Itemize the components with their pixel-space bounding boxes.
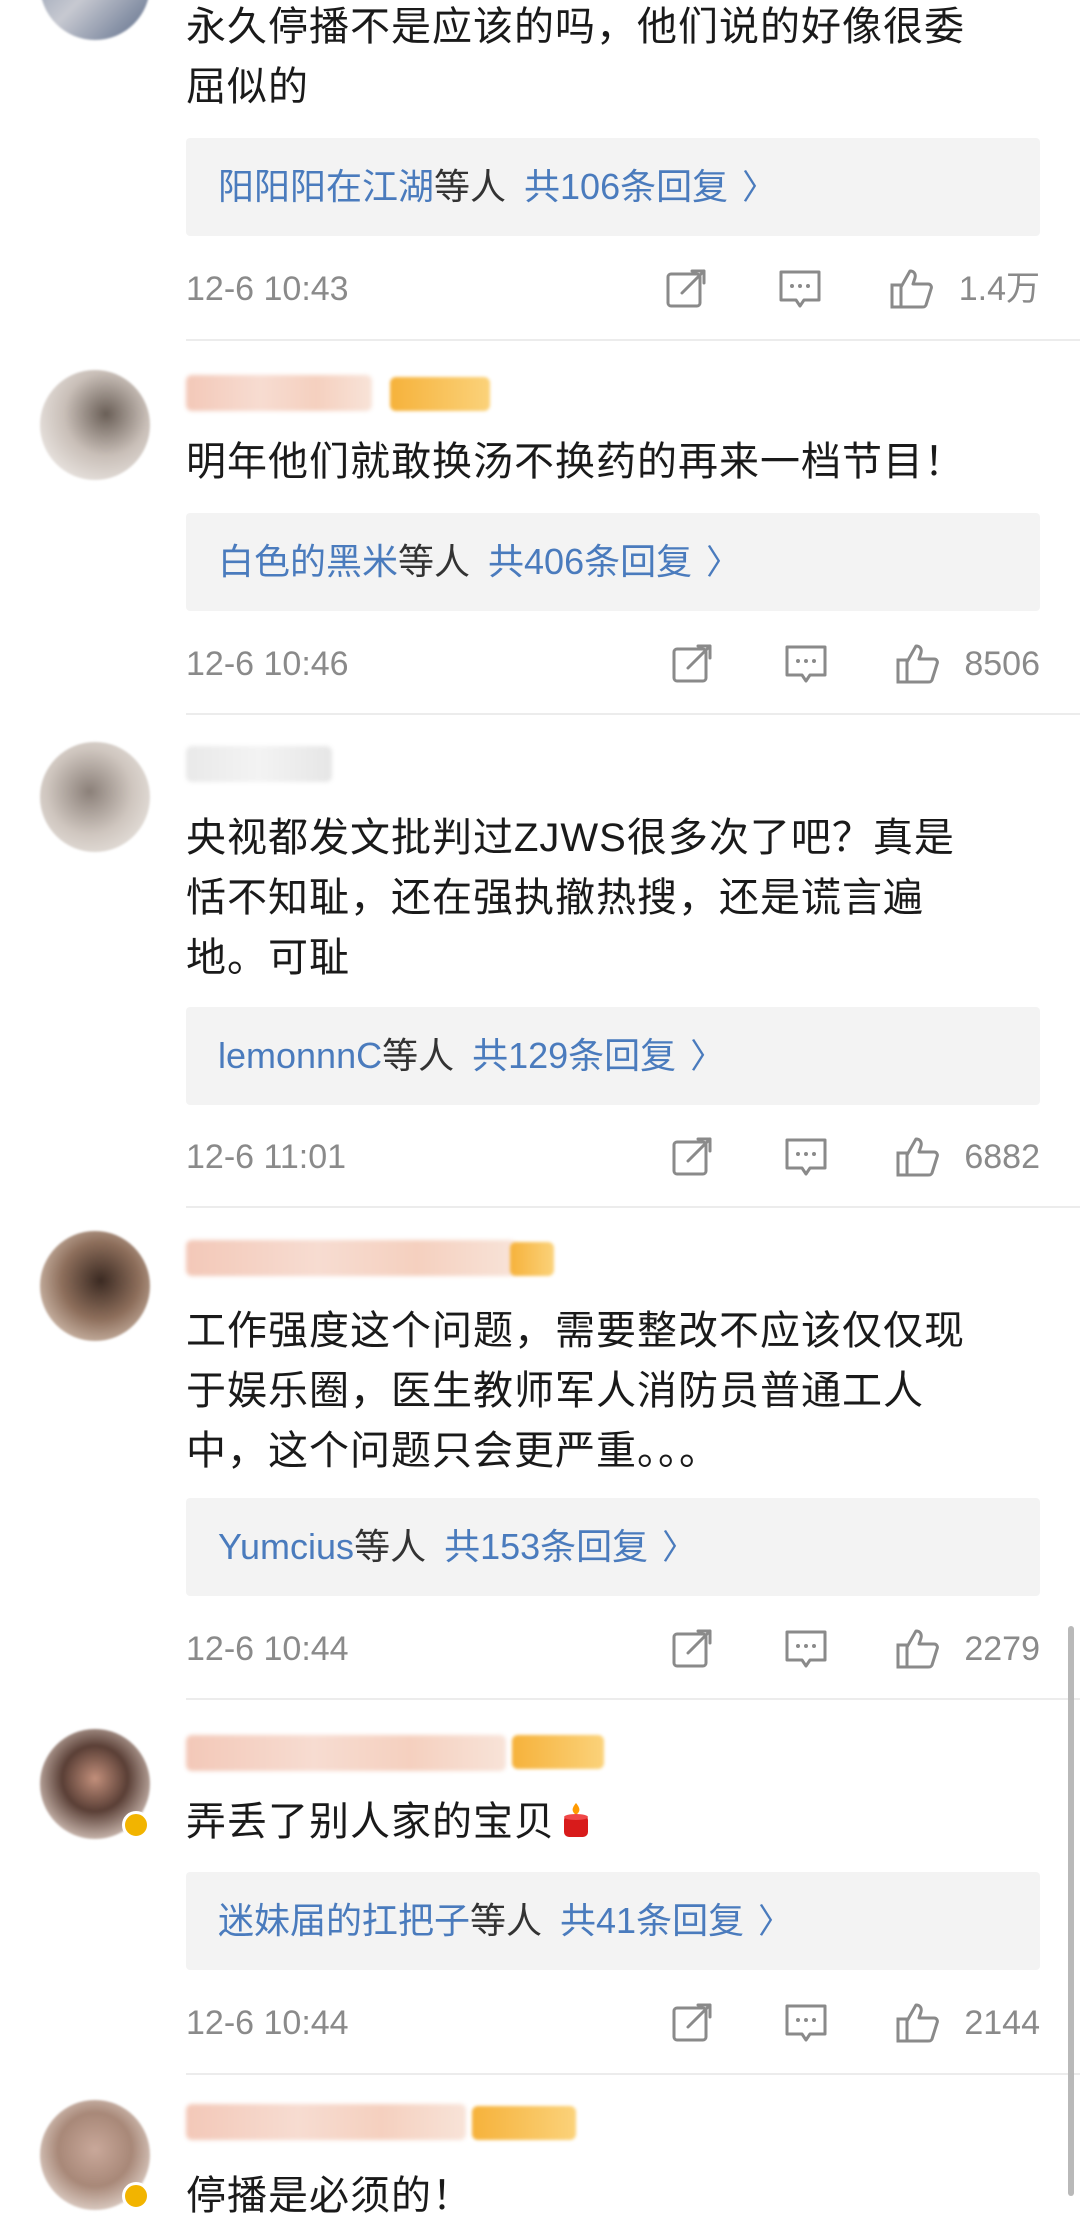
chevron-right-icon: 〉 (758, 1903, 793, 1941)
like-count: 2279 (964, 1630, 1040, 1668)
comment-meta: 12-6 10:46 8506 (186, 634, 1040, 694)
comment-text-line: 弄丢了别人家的宝贝 (186, 1792, 1046, 1852)
share-icon[interactable] (668, 1625, 716, 1673)
divider (186, 339, 1080, 341)
user-level-badge (472, 2106, 576, 2140)
comment-time: 12-6 10:44 (186, 1630, 349, 1668)
comment-icon[interactable] (782, 1625, 830, 1673)
avatar[interactable] (40, 0, 150, 40)
chevron-right-icon: 〉 (690, 1038, 725, 1076)
comment-time: 12-6 10:44 (186, 2004, 349, 2042)
username[interactable] (186, 1735, 506, 1771)
replies-box[interactable]: lemonnnC等人 共129条回复〉 (186, 1007, 1040, 1105)
comment-icon[interactable] (782, 640, 830, 688)
comment-text-line: 停播是必须的！ (186, 2174, 473, 2218)
user-level-badge (512, 1735, 604, 1769)
username[interactable] (186, 1240, 516, 1276)
comment-time: 12-6 11:01 (186, 1138, 347, 1176)
divider (186, 1206, 1080, 1208)
reply-suffix: 等人 (434, 166, 507, 207)
divider (186, 2073, 1080, 2075)
reply-count[interactable]: 共41条回复 (560, 1900, 744, 1941)
username[interactable] (186, 2104, 466, 2140)
comment-time: 12-6 10:46 (186, 645, 349, 683)
reply-usernames[interactable]: 迷妹届的扛把子 (218, 1900, 470, 1941)
reply-suffix: 等人 (382, 1035, 455, 1076)
comment-text-line: 屈似的 (186, 65, 309, 109)
share-icon[interactable] (668, 1999, 716, 2047)
comment-text: 明年他们就敢换汤不换药的再来一档节目！ (186, 432, 1046, 492)
reply-suffix: 等人 (354, 1526, 427, 1567)
comment-text-line: 地。可耻 (186, 936, 350, 980)
like-count: 8506 (964, 645, 1040, 683)
avatar[interactable] (40, 1231, 150, 1341)
reply-count[interactable]: 共106条回复 (524, 166, 728, 207)
comment-text-span: 弄丢了别人家的宝贝 (186, 1800, 555, 1844)
reply-usernames[interactable]: 白色的黑米 (218, 541, 398, 582)
comment-text: 工作强度这个问题，需要整改不应该仅仅现 于娱乐圈，医生教师军人消防员普通工人 中… (186, 1301, 1046, 1481)
reply-suffix: 等人 (398, 541, 471, 582)
reply-count[interactable]: 共129条回复 (472, 1035, 676, 1076)
replies-box[interactable]: Yumcius等人 共153条回复〉 (186, 1498, 1040, 1596)
comment-text: 央视都发文批判过ZJWS很多次了吧？真是 恬不知耻，还在强执撤热搜，还是谎言遍 … (186, 808, 1046, 988)
comment-text-line: 永久停播不是应该的吗，他们说的好像很委 (186, 5, 965, 49)
username[interactable] (186, 375, 372, 411)
like-count: 1.4万 (958, 270, 1040, 308)
share-icon[interactable] (662, 265, 710, 313)
user-level-badge (510, 1242, 554, 1276)
divider (186, 713, 1080, 715)
replies-box[interactable]: 迷妹届的扛把子等人 共41条回复〉 (186, 1872, 1040, 1970)
replies-box[interactable]: 阳阳阳在江湖等人 共106条回复〉 (186, 138, 1040, 236)
divider (186, 1698, 1080, 1700)
comment-meta: 12-6 11:01 6882 (186, 1127, 1040, 1187)
comment-text: 停播是必须的！ (186, 2166, 1046, 2226)
comment-text-line: 工作强度这个问题，需要整改不应该仅仅现 (186, 1309, 965, 1353)
comment-meta: 12-6 10:44 2279 (186, 1619, 1040, 1679)
verified-badge (122, 2182, 150, 2210)
comment-text: 永久停播不是应该的吗，他们说的好像很委 屈似的 (186, 0, 1046, 117)
chevron-right-icon: 〉 (706, 544, 741, 582)
comment-meta: 12-6 10:43 1.4万 (186, 259, 1040, 319)
thumbs-up-icon[interactable] (894, 640, 942, 688)
chevron-right-icon: 〉 (662, 1529, 697, 1567)
candle-emoji-icon (564, 1803, 588, 1837)
comment-feed: 永久停播不是应该的吗，他们说的好像很委 屈似的 阳阳阳在江湖等人 共106条回复〉… (0, 0, 1080, 2225)
reply-usernames[interactable]: Yumcius (218, 1526, 354, 1567)
comment-text-line: 中，这个问题只会更严重。。。 (186, 1429, 720, 1473)
comment-text-line: 于娱乐圈，医生教师军人消防员普通工人 (186, 1369, 924, 1413)
avatar[interactable] (40, 370, 150, 480)
reply-suffix: 等人 (470, 1900, 543, 1941)
comment-text: 弄丢了别人家的宝贝 (186, 1792, 1046, 1852)
user-level-badge (390, 377, 490, 411)
thumbs-up-icon[interactable] (894, 1133, 942, 1181)
like-count: 6882 (964, 1138, 1040, 1176)
reply-count[interactable]: 共153条回复 (444, 1526, 648, 1567)
reply-usernames[interactable]: 阳阳阳在江湖 (218, 166, 434, 207)
username[interactable] (186, 746, 332, 782)
comment-icon[interactable] (776, 265, 824, 313)
reply-count[interactable]: 共406条回复 (488, 541, 692, 582)
comment-meta: 12-6 10:44 2144 (186, 1993, 1040, 2053)
like-count: 2144 (964, 2004, 1040, 2042)
comment-time: 12-6 10:43 (186, 270, 349, 308)
thumbs-up-icon[interactable] (888, 265, 936, 313)
thumbs-up-icon[interactable] (894, 1625, 942, 1673)
comment-icon[interactable] (782, 1999, 830, 2047)
comment-icon[interactable] (782, 1133, 830, 1181)
verified-badge (122, 1811, 150, 1839)
share-icon[interactable] (668, 640, 716, 688)
comment-text-line: 恬不知耻，还在强执撤热搜，还是谎言遍 (186, 876, 924, 920)
share-icon[interactable] (668, 1133, 716, 1181)
thumbs-up-icon[interactable] (894, 1999, 942, 2047)
comment-text-line: 明年他们就敢换汤不换药的再来一档节目！ (186, 440, 965, 484)
comment-text-line: 央视都发文批判过ZJWS很多次了吧？真是 (186, 816, 955, 860)
reply-usernames[interactable]: lemonnnC (218, 1035, 382, 1076)
scrollbar[interactable] (1068, 1626, 1074, 2196)
replies-box[interactable]: 白色的黑米等人 共406条回复〉 (186, 513, 1040, 611)
chevron-right-icon: 〉 (742, 169, 777, 207)
avatar[interactable] (40, 742, 150, 852)
